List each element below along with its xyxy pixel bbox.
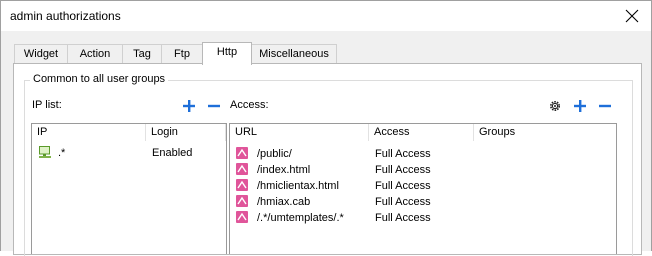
add-ip-icon[interactable] [182,99,196,113]
url-value: /public/ [257,148,292,160]
access-label: Access: [230,99,269,111]
web-page-icon [236,179,248,191]
url-value: /index.html [257,164,311,176]
column-header-access[interactable]: Access [369,124,474,141]
url-value: /hmiclientax.html [257,180,339,192]
ip-list-label: IP list: [32,99,62,111]
tab-ftp[interactable]: Ftp [161,44,203,63]
access-value: Full Access [375,212,431,224]
web-page-icon [236,147,248,159]
tab-http[interactable]: Http [202,42,252,65]
title-bar: admin authorizations [1,1,651,31]
ip-value: .* [58,147,66,159]
web-page-icon [236,195,248,207]
access-value: Full Access [375,148,431,160]
column-header-ip[interactable]: IP [32,124,146,141]
access-value: Full Access [375,164,431,176]
tab-tag[interactable]: Tag [122,44,162,63]
remove-ip-icon[interactable] [207,99,221,113]
url-value: /.*/umtemplates/.* [257,212,344,224]
tab-action[interactable]: Action [67,44,123,63]
access-value: Full Access [375,180,431,192]
login-value: Enabled [152,147,193,159]
close-icon[interactable] [623,7,641,25]
access-list[interactable]: URL Access Groups /public/ Full Access /… [229,123,617,254]
web-page-icon [236,211,248,223]
add-access-icon[interactable] [573,99,587,113]
column-header-url[interactable]: URL [230,124,369,141]
tab-miscellaneous[interactable]: Miscellaneous [251,44,337,63]
computer-icon [39,146,51,158]
access-value: Full Access [375,196,431,208]
remove-access-icon[interactable] [598,99,612,113]
window-title: admin authorizations [10,9,121,23]
web-page-icon [236,163,248,175]
tab-widget[interactable]: Widget [14,44,68,63]
ip-list[interactable]: IP Login .* Enabled [31,123,227,254]
settings-gear-icon[interactable] [548,99,562,113]
url-value: /hmiax.cab [257,196,311,208]
column-header-login[interactable]: Login [146,124,226,141]
group-label: Common to all user groups [30,73,169,85]
column-header-groups[interactable]: Groups [474,124,616,141]
